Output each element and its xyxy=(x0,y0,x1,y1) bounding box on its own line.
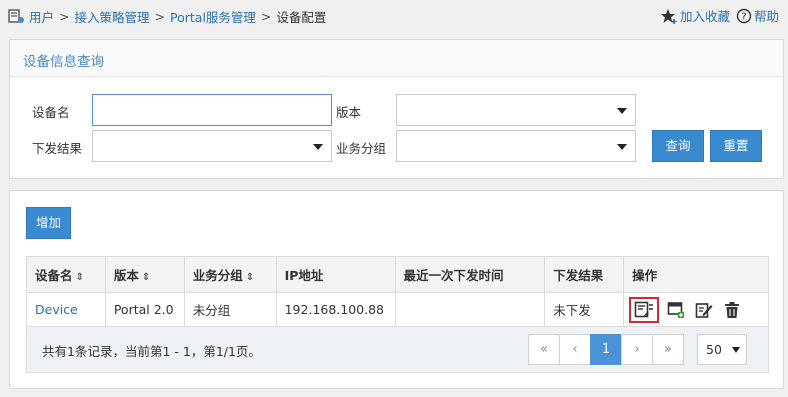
chevron-down-icon xyxy=(617,108,627,114)
breadcrumb-user[interactable]: 用户 xyxy=(29,7,54,26)
edit-button[interactable] xyxy=(693,300,715,320)
reset-button[interactable]: 重置 xyxy=(710,130,762,162)
breadcrumb-separator: > xyxy=(260,9,272,24)
cell-ip: 192.168.100.88 xyxy=(275,292,396,327)
help-button[interactable]: ? 帮助 xyxy=(736,6,779,25)
cell-actions xyxy=(623,292,769,327)
device-list-panel: 增加 设备名 ⇕ 版本 ⇕ 业务分组 ⇕ IP地址 最近一次下发时间 下发结果 操作 … xyxy=(9,190,784,389)
row-actions xyxy=(629,296,768,323)
sort-icon: ⇕ xyxy=(75,272,84,283)
table-row: Device Portal 2.0 未分组 192.168.100.88 未下发 xyxy=(26,292,769,327)
deploy-config-button[interactable] xyxy=(629,296,660,323)
prev-page-button[interactable]: ‹ xyxy=(559,334,591,365)
last-page-button[interactable]: » xyxy=(652,334,684,365)
column-label: 业务分组 xyxy=(192,268,243,283)
column-header-result: 下发结果 xyxy=(544,256,625,293)
column-header-group[interactable]: 业务分组 ⇕ xyxy=(183,256,277,293)
chevron-down-icon xyxy=(732,347,740,353)
device-link[interactable]: Device xyxy=(35,302,78,317)
pagination: « ‹ 1 › » xyxy=(528,334,684,365)
breadcrumb-access-policy[interactable]: 接入策略管理 xyxy=(75,7,150,26)
delete-button[interactable] xyxy=(721,300,743,320)
breadcrumb-separator: > xyxy=(59,9,70,24)
result-select[interactable] xyxy=(92,130,332,162)
add-favorite-button[interactable]: 加入收藏 xyxy=(660,6,730,25)
delete-icon xyxy=(725,301,740,318)
column-header-device-name[interactable]: 设备名 ⇕ xyxy=(26,256,106,293)
page-size-value: 50 xyxy=(706,342,722,357)
version-label: 版本 xyxy=(336,105,362,120)
search-button[interactable]: 查询 xyxy=(652,130,704,162)
cell-result: 未下发 xyxy=(544,292,625,327)
column-header-version[interactable]: 版本 ⇕ xyxy=(104,256,185,293)
page-button-current[interactable]: 1 xyxy=(590,334,622,365)
column-header-actions: 操作 xyxy=(623,256,769,293)
device-name-label: 设备名 xyxy=(32,105,70,120)
help-icon: ? xyxy=(736,8,752,23)
group-select[interactable] xyxy=(396,130,636,162)
next-page-button[interactable]: › xyxy=(621,334,653,365)
add-favorite-label: 加入收藏 xyxy=(679,9,730,24)
group-label: 业务分组 xyxy=(336,141,387,156)
sort-icon: ⇕ xyxy=(141,272,151,283)
breadcrumb: 用户 > 接入策略管理 > Portal服务管理 > 设备配置 xyxy=(8,7,326,26)
user-config-icon xyxy=(8,8,24,23)
sort-icon: ⇕ xyxy=(245,272,255,283)
cell-group: 未分组 xyxy=(183,292,277,327)
table-header-row: 设备名 ⇕ 版本 ⇕ 业务分组 ⇕ IP地址 最近一次下发时间 下发结果 操作 xyxy=(26,256,769,293)
record-summary: 共有1条记录，当前第1 - 1，第1/1页。 xyxy=(42,344,261,359)
chevron-down-icon xyxy=(617,144,627,150)
query-panel-header: 设备信息查询 xyxy=(10,40,783,77)
svg-text:?: ? xyxy=(741,11,746,22)
breadcrumb-portal-service[interactable]: Portal服务管理 xyxy=(170,7,256,26)
column-header-ip: IP地址 xyxy=(275,256,396,293)
help-label: 帮助 xyxy=(753,9,779,24)
query-panel-title: 设备信息查询 xyxy=(23,54,104,70)
breadcrumb-current: 设备配置 xyxy=(276,10,327,25)
column-label: 设备名 xyxy=(35,268,73,283)
chevron-down-icon xyxy=(313,144,323,150)
device-name-input[interactable] xyxy=(92,94,332,126)
query-panel: 设备信息查询 设备名 版本 下发结果 业务分组 查询 重置 xyxy=(9,39,784,179)
add-device-button[interactable]: 增加 xyxy=(26,207,71,239)
edit-icon xyxy=(695,302,713,318)
star-icon xyxy=(660,8,677,24)
device-table: 设备名 ⇕ 版本 ⇕ 业务分组 ⇕ IP地址 最近一次下发时间 下发结果 操作 Dev… xyxy=(26,256,769,327)
first-page-button[interactable]: « xyxy=(528,334,560,365)
deploy-config-icon xyxy=(634,301,654,317)
device-template-button[interactable] xyxy=(665,300,687,320)
breadcrumb-separator: > xyxy=(154,9,165,24)
version-select[interactable] xyxy=(396,94,636,126)
cell-last-time xyxy=(394,292,546,327)
column-label: 版本 xyxy=(113,268,139,283)
table-footer: 共有1条记录，当前第1 - 1，第1/1页。 « ‹ 1 › » 50 xyxy=(26,327,769,373)
result-label: 下发结果 xyxy=(32,141,83,156)
page-size-select[interactable]: 50 xyxy=(697,334,747,365)
top-actions: 加入收藏 ? 帮助 xyxy=(654,6,779,25)
column-header-last-time: 最近一次下发时间 xyxy=(394,256,546,293)
device-template-icon xyxy=(667,301,685,318)
cell-version: Portal 2.0 xyxy=(104,292,185,327)
cell-device-name: Device xyxy=(26,292,106,327)
top-bar: 用户 > 接入策略管理 > Portal服务管理 > 设备配置 加入收藏 ? 帮… xyxy=(0,0,788,32)
